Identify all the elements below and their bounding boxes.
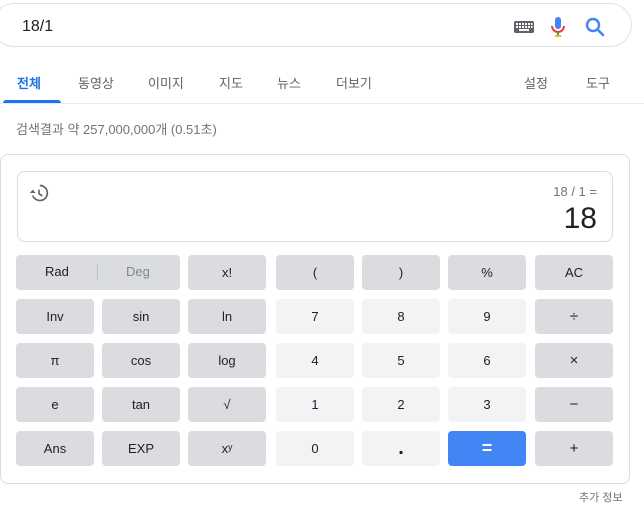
search-input[interactable] [20,14,424,40]
rad-deg-toggle[interactable]: Rad Deg [16,255,180,290]
digit-0-button[interactable]: 0 [276,431,354,466]
calculator-display: 18 / 1 = 18 [17,171,613,242]
result-stats: 검색결과 약 257,000,000개 (0.51초) [16,122,217,137]
tab-images[interactable]: 이미지 [148,73,184,92]
euler-button[interactable]: e [16,387,94,422]
keyboard-icon[interactable] [512,15,536,39]
divide-button[interactable]: ÷ [535,299,613,334]
digit-2-button[interactable]: 2 [362,387,440,422]
rad-deg-separator [97,263,98,281]
exp-button[interactable]: EXP [102,431,180,466]
cos-button[interactable]: cos [102,343,180,378]
digit-5-button[interactable]: 5 [362,343,440,378]
ln-button[interactable]: ln [188,299,266,334]
tab-tools[interactable]: 도구 [586,73,610,92]
digit-7-button[interactable]: 7 [276,299,354,334]
digit-4-button[interactable]: 4 [276,343,354,378]
deg-label[interactable]: Deg [126,264,150,279]
factorial-button[interactable]: x! [188,255,266,290]
answer-button[interactable]: Ans [16,431,94,466]
digit-8-button[interactable]: 8 [362,299,440,334]
tab-maps[interactable]: 지도 [219,73,243,92]
left-paren-button[interactable]: ( [276,255,354,290]
tab-all[interactable]: 전체 [17,73,41,92]
calculator-result: 18 [563,202,597,235]
all-clear-button[interactable]: AC [535,255,613,290]
history-icon[interactable] [29,183,49,203]
calculator-expression: 18 / 1 = [553,184,597,199]
tab-news[interactable]: 뉴스 [277,73,301,92]
sin-button[interactable]: sin [102,299,180,334]
power-button[interactable]: xʸ [188,431,266,466]
sqrt-button[interactable]: √ [188,387,266,422]
tab-more[interactable]: 더보기 [336,73,372,92]
equals-button[interactable]: = [448,431,526,466]
digit-9-button[interactable]: 9 [448,299,526,334]
microphone-icon[interactable] [546,15,570,39]
search-icon[interactable] [583,15,607,39]
minus-button[interactable]: − [535,387,613,422]
percent-button[interactable]: % [448,255,526,290]
digit-6-button[interactable]: 6 [448,343,526,378]
right-paren-button[interactable]: ) [362,255,440,290]
more-info-link[interactable]: 추가 정보 [579,489,623,505]
search-box[interactable] [0,3,632,47]
pi-button[interactable]: π [16,343,94,378]
rad-label[interactable]: Rad [45,264,69,279]
tab-settings[interactable]: 설정 [524,73,548,92]
plus-button[interactable]: + [535,431,613,466]
decimal-point-button[interactable]: . [362,431,440,466]
log-button[interactable]: log [188,343,266,378]
inverse-button[interactable]: Inv [16,299,94,334]
search-tabs: 전체 동영상 이미지 지도 뉴스 더보기 설정 도구 [0,70,644,104]
tab-videos[interactable]: 동영상 [78,73,114,92]
tan-button[interactable]: tan [102,387,180,422]
digit-1-button[interactable]: 1 [276,387,354,422]
tabs-divider [0,103,644,104]
multiply-button[interactable]: × [535,343,613,378]
digit-3-button[interactable]: 3 [448,387,526,422]
